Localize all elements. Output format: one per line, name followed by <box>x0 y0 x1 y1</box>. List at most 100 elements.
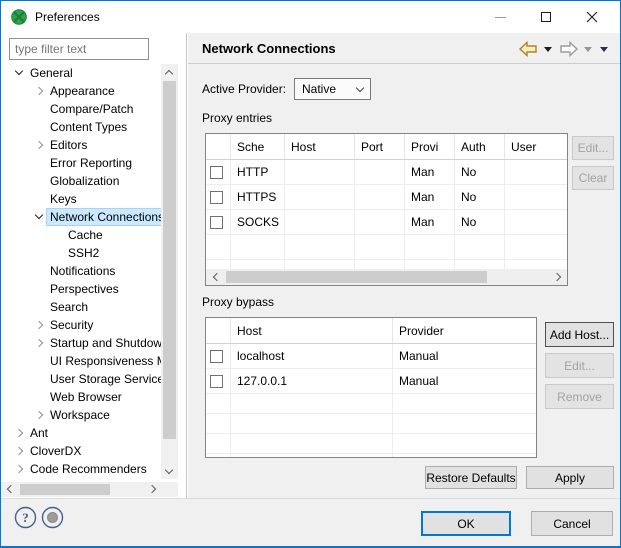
active-provider-select[interactable]: Native <box>294 78 371 100</box>
proxy-entries-table: Sche Host Port Provi Auth User HTTP Man … <box>205 133 568 286</box>
table-row-empty <box>206 414 536 434</box>
proxy-entries-hscrollbar[interactable] <box>206 269 567 285</box>
maximize-icon <box>541 12 551 22</box>
scroll-up-icon[interactable] <box>164 67 174 77</box>
restore-defaults-button[interactable]: Restore Defaults <box>425 466 517 489</box>
preferences-app-icon <box>11 9 27 25</box>
sidebar-item-perspectives[interactable]: Perspectives <box>1 280 161 298</box>
scrollbar-corner <box>161 482 178 497</box>
column-host: Host <box>285 134 355 159</box>
page-title: Network Connections <box>202 33 336 64</box>
close-icon <box>586 11 598 23</box>
minimize-icon <box>495 17 506 18</box>
remove-button: Remove <box>545 384 614 409</box>
scroll-left-icon[interactable] <box>210 272 220 282</box>
proxy-bypass-table: Host Provider localhost Manual 127.0.0.1… <box>205 317 537 458</box>
sidebar-item-content-types[interactable]: Content Types <box>1 118 161 136</box>
proxy-entries-edit-button: Edit... <box>572 136 614 160</box>
forward-arrow-icon <box>559 41 579 57</box>
scroll-right-icon[interactable] <box>553 272 563 282</box>
view-menu-icon[interactable] <box>600 47 608 52</box>
apply-button[interactable]: Apply <box>526 466 614 489</box>
sidebar-item-user-storage-service[interactable]: User Storage Service <box>1 370 161 388</box>
table-row-empty <box>206 434 536 454</box>
chevron-right-icon[interactable] <box>14 463 27 475</box>
proxy-entries-hscroll-thumb[interactable] <box>226 271 487 283</box>
filter-input[interactable] <box>9 38 149 60</box>
maximize-button[interactable] <box>524 1 568 33</box>
back-arrow-icon[interactable] <box>518 41 538 57</box>
proxy-entries-clear-button: Clear <box>572 166 614 190</box>
scroll-down-icon[interactable] <box>164 466 174 476</box>
table-row-http[interactable]: HTTP Man No <box>206 160 567 185</box>
chevron-right-icon[interactable] <box>34 85 47 97</box>
sidebar-item-security[interactable]: Security <box>1 316 161 334</box>
chevron-right-icon[interactable] <box>34 139 47 151</box>
chevron-right-icon[interactable] <box>34 319 47 331</box>
table-row-https[interactable]: HTTPS Man No <box>206 185 567 210</box>
scroll-right-icon[interactable] <box>148 484 158 494</box>
sidebar-item-cache[interactable]: Cache <box>1 226 161 244</box>
help-icon[interactable]: ? <box>14 506 37 529</box>
chevron-right-icon[interactable] <box>34 337 47 349</box>
sidebar-item-startup-and-shutdown[interactable]: Startup and Shutdown <box>1 334 161 352</box>
sidebar: General Appearance Compare/Patch Content… <box>1 33 187 498</box>
chevron-right-icon[interactable] <box>14 427 27 439</box>
chevron-right-icon[interactable] <box>34 409 47 421</box>
column-port: Port <box>355 134 405 159</box>
add-host-button[interactable]: Add Host... <box>545 322 614 347</box>
close-button[interactable] <box>570 1 614 33</box>
tree-vscroll-thumb[interactable] <box>163 81 176 439</box>
sidebar-item-globalization[interactable]: Globalization <box>1 172 161 190</box>
title-bar: Preferences <box>1 1 620 33</box>
sidebar-item-ant[interactable]: Ant <box>1 424 161 442</box>
sidebar-item-ssh2[interactable]: SSH2 <box>1 244 161 262</box>
column-schema: Sche <box>231 134 285 159</box>
chevron-down-icon[interactable] <box>14 67 27 79</box>
checkbox[interactable] <box>210 166 223 179</box>
checkbox[interactable] <box>210 350 223 363</box>
checkbox[interactable] <box>210 375 223 388</box>
scroll-left-icon[interactable] <box>4 484 14 494</box>
proxy-entries-label: Proxy entries <box>202 111 272 126</box>
sidebar-item-editors[interactable]: Editors <box>1 136 161 154</box>
table-row-empty <box>206 235 567 260</box>
table-row-empty <box>206 394 536 414</box>
sidebar-item-ui-responsiveness[interactable]: UI Responsiveness Monitoring <box>1 352 161 370</box>
minimize-button <box>478 1 522 33</box>
proxy-bypass-edit-button: Edit... <box>545 353 614 378</box>
table-row-socks[interactable]: SOCKS Man No <box>206 210 567 235</box>
dialog-button-bar: ? OK Cancel <box>1 498 620 547</box>
sidebar-item-appearance[interactable]: Appearance <box>1 82 161 100</box>
cancel-button[interactable]: Cancel <box>531 511 613 536</box>
record-icon[interactable] <box>41 506 64 529</box>
active-provider-label: Active Provider: <box>202 78 286 100</box>
sidebar-item-compare-patch[interactable]: Compare/Patch <box>1 100 161 118</box>
sidebar-item-notifications[interactable]: Notifications <box>1 262 161 280</box>
column-user: User <box>505 134 567 159</box>
tree-hscroll-thumb[interactable] <box>20 484 110 495</box>
sidebar-item-general[interactable]: General <box>1 64 161 82</box>
sidebar-item-keys[interactable]: Keys <box>1 190 161 208</box>
table-row-127001[interactable]: 127.0.0.1 Manual <box>206 369 536 394</box>
back-menu-icon[interactable] <box>544 47 552 52</box>
preferences-tree: General Appearance Compare/Patch Content… <box>1 64 161 478</box>
forward-menu-icon <box>584 47 592 52</box>
sidebar-item-search[interactable]: Search <box>1 298 161 316</box>
checkbox[interactable] <box>210 191 223 204</box>
sidebar-item-cloverdx[interactable]: CloverDX <box>1 442 161 460</box>
chevron-right-icon[interactable] <box>14 445 27 457</box>
sidebar-item-network-connections[interactable]: Network Connections <box>1 208 161 226</box>
checkbox[interactable] <box>210 216 223 229</box>
table-row-localhost[interactable]: localhost Manual <box>206 344 536 369</box>
ok-button[interactable]: OK <box>421 511 511 536</box>
sidebar-item-web-browser[interactable]: Web Browser <box>1 388 161 406</box>
tree-horizontal-scrollbar[interactable] <box>1 482 161 497</box>
table-row-empty <box>206 454 536 458</box>
sidebar-item-code-recommenders[interactable]: Code Recommenders <box>1 460 161 478</box>
tree-vertical-scrollbar[interactable] <box>161 64 178 479</box>
proxy-entries-header: Sche Host Port Provi Auth User <box>206 134 567 160</box>
sidebar-item-workspace[interactable]: Workspace <box>1 406 161 424</box>
chevron-down-icon[interactable] <box>34 211 47 223</box>
sidebar-item-error-reporting[interactable]: Error Reporting <box>1 154 161 172</box>
